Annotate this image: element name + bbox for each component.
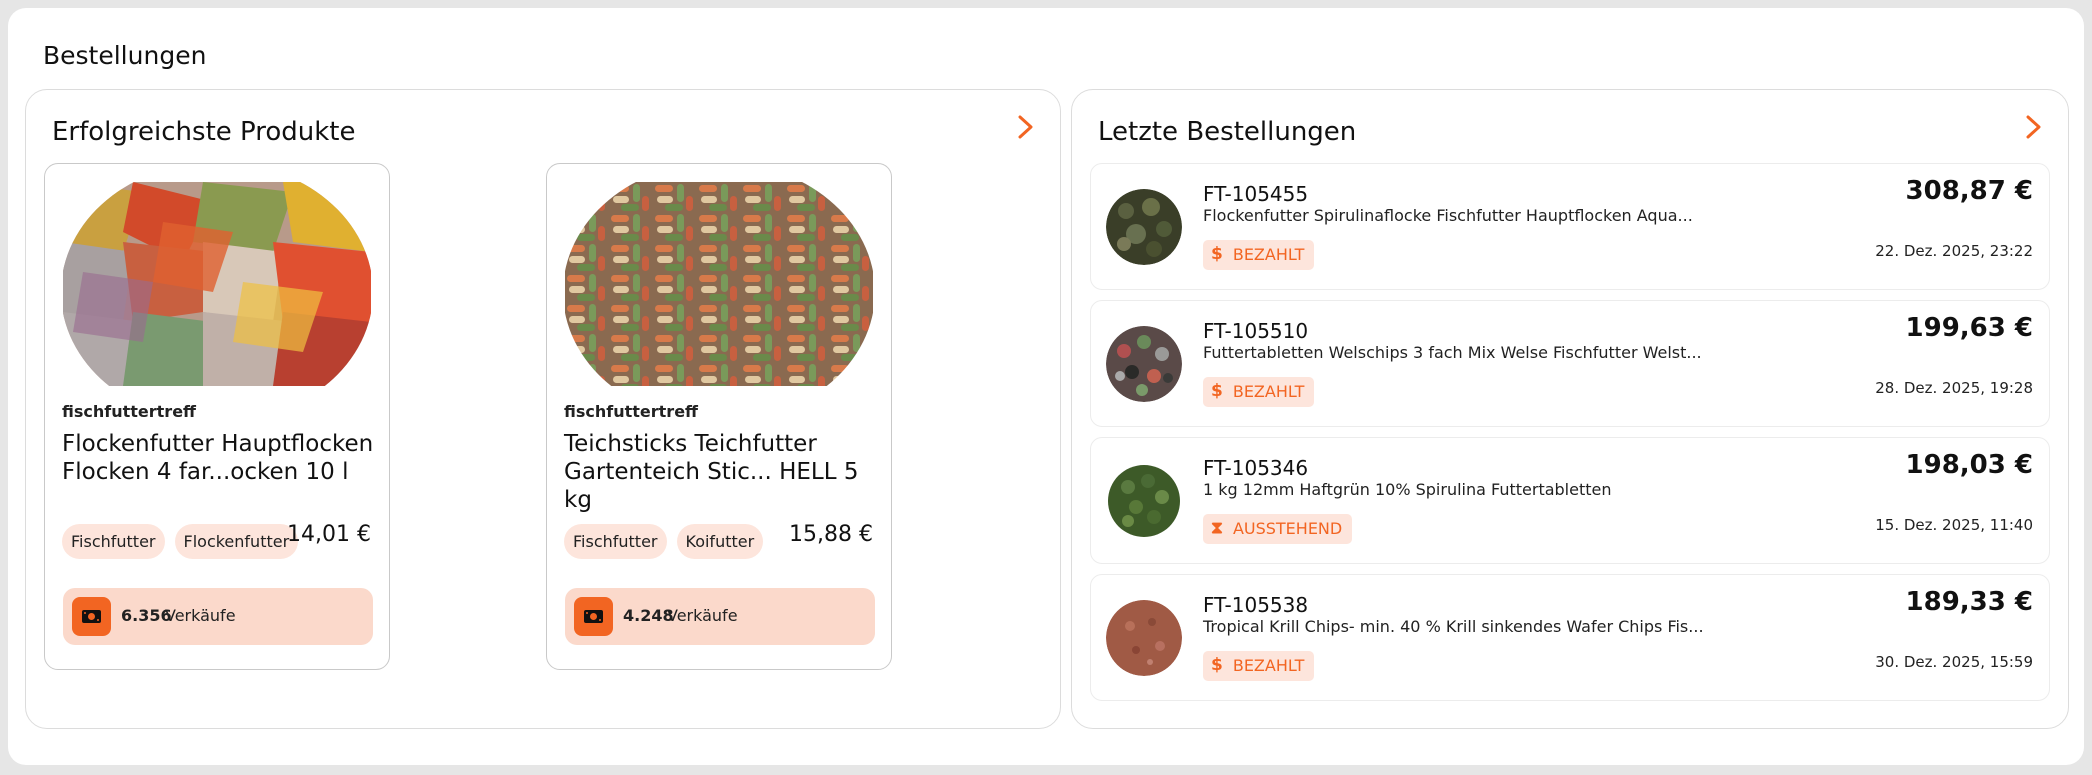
order-product-image (1106, 463, 1182, 539)
sales-label: Verkäufe (667, 606, 738, 625)
order-product-image (1106, 189, 1182, 265)
order-description: Futtertabletten Welschips 3 fach Mix Wel… (1203, 343, 1702, 362)
order-amount: 189,33 € (1905, 587, 2033, 617)
order-product-image (1106, 600, 1182, 676)
money-icon (72, 597, 111, 636)
product-tags: Fischfutter Flockenfutter (62, 524, 299, 559)
product-card[interactable]: fischfuttertreff Teichsticks Teichfutter… (546, 163, 892, 670)
order-id[interactable]: FT-105510 (1203, 319, 1308, 343)
product-vendor: fischfuttertreff (564, 402, 698, 421)
money-icon (574, 597, 613, 636)
product-tag[interactable]: Flockenfutter (174, 524, 299, 559)
order-id[interactable]: FT-105538 (1203, 593, 1308, 617)
hourglass-icon: ⧗ (1211, 518, 1223, 538)
order-description: 1 kg 12mm Haftgrün 10% Spirulina Futtert… (1203, 480, 1612, 499)
order-date: 15. Dez. 2025, 11:40 (1875, 516, 2033, 534)
product-name[interactable]: Teichsticks Teichfutter Gartenteich Stic… (564, 430, 880, 514)
order-date: 30. Dez. 2025, 15:59 (1875, 653, 2033, 671)
pond-sticks-image (565, 182, 873, 386)
orders-dashboard: Bestellungen Erfolgreichste Produkte fis… (8, 8, 2084, 765)
sales-label: Verkäufe (165, 606, 236, 625)
chevron-right-icon[interactable] (1012, 112, 1038, 142)
order-id[interactable]: FT-105346 (1203, 456, 1308, 480)
status-label: BEZAHLT (1232, 382, 1305, 401)
dollar-icon: $ (1211, 381, 1223, 401)
order-row[interactable]: FT-105510 Futtertabletten Welschips 3 fa… (1090, 300, 2050, 427)
dollar-icon: $ (1211, 655, 1223, 675)
top-products-panel: Erfolgreichste Produkte fischfuttertreff… (25, 89, 1061, 729)
status-badge: ⧗ AUSSTEHEND (1203, 514, 1353, 544)
status-badge: $ BEZAHLT (1203, 377, 1315, 407)
order-amount: 308,87 € (1905, 176, 2033, 206)
status-badge: $ BEZAHLT (1203, 240, 1315, 270)
page-title: Bestellungen (43, 41, 207, 70)
order-date: 28. Dez. 2025, 19:28 (1875, 379, 2033, 397)
order-row[interactable]: FT-105455 Flockenfutter Spirulinaflocke … (1090, 163, 2050, 290)
product-price: 14,01 € (287, 522, 371, 547)
product-tag[interactable]: Fischfutter (62, 524, 165, 559)
status-label: AUSSTEHEND (1232, 519, 1343, 538)
status-badge: $ BEZAHLT (1203, 651, 1315, 681)
product-card[interactable]: fischfuttertreff Flockenfutter Hauptfloc… (44, 163, 390, 670)
status-label: BEZAHLT (1232, 245, 1305, 264)
product-price: 15,88 € (789, 522, 873, 547)
product-vendor: fischfuttertreff (62, 402, 196, 421)
product-name[interactable]: Flockenfutter Hauptflocken Flocken 4 far… (62, 430, 378, 486)
order-id[interactable]: FT-105455 (1203, 182, 1308, 206)
order-amount: 199,63 € (1905, 313, 2033, 343)
chevron-right-icon[interactable] (2020, 112, 2046, 142)
order-amount: 198,03 € (1905, 450, 2033, 480)
product-tag[interactable]: Fischfutter (564, 524, 667, 559)
sales-badge: 4.248 Verkäufe (565, 588, 875, 645)
fish-flakes-image (63, 182, 371, 386)
top-products-title: Erfolgreichste Produkte (52, 117, 356, 147)
recent-orders-title: Letzte Bestellungen (1098, 117, 1357, 147)
order-row[interactable]: FT-105346 1 kg 12mm Haftgrün 10% Spiruli… (1090, 437, 2050, 564)
dollar-icon: $ (1211, 244, 1223, 264)
product-tag[interactable]: Koifutter (676, 524, 764, 559)
status-label: BEZAHLT (1232, 656, 1305, 675)
order-description: Tropical Krill Chips- min. 40 % Krill si… (1203, 617, 1704, 636)
order-product-image (1106, 326, 1182, 402)
order-date: 22. Dez. 2025, 23:22 (1875, 242, 2033, 260)
product-tags: Fischfutter Koifutter (564, 524, 764, 559)
sales-badge: 6.356 Verkäufe (63, 588, 373, 645)
order-row[interactable]: FT-105538 Tropical Krill Chips- min. 40 … (1090, 574, 2050, 701)
recent-orders-panel: Letzte Bestellungen FT-105455 Flockenfut… (1071, 89, 2069, 729)
order-description: Flockenfutter Spirulinaflocke Fischfutte… (1203, 206, 1693, 225)
